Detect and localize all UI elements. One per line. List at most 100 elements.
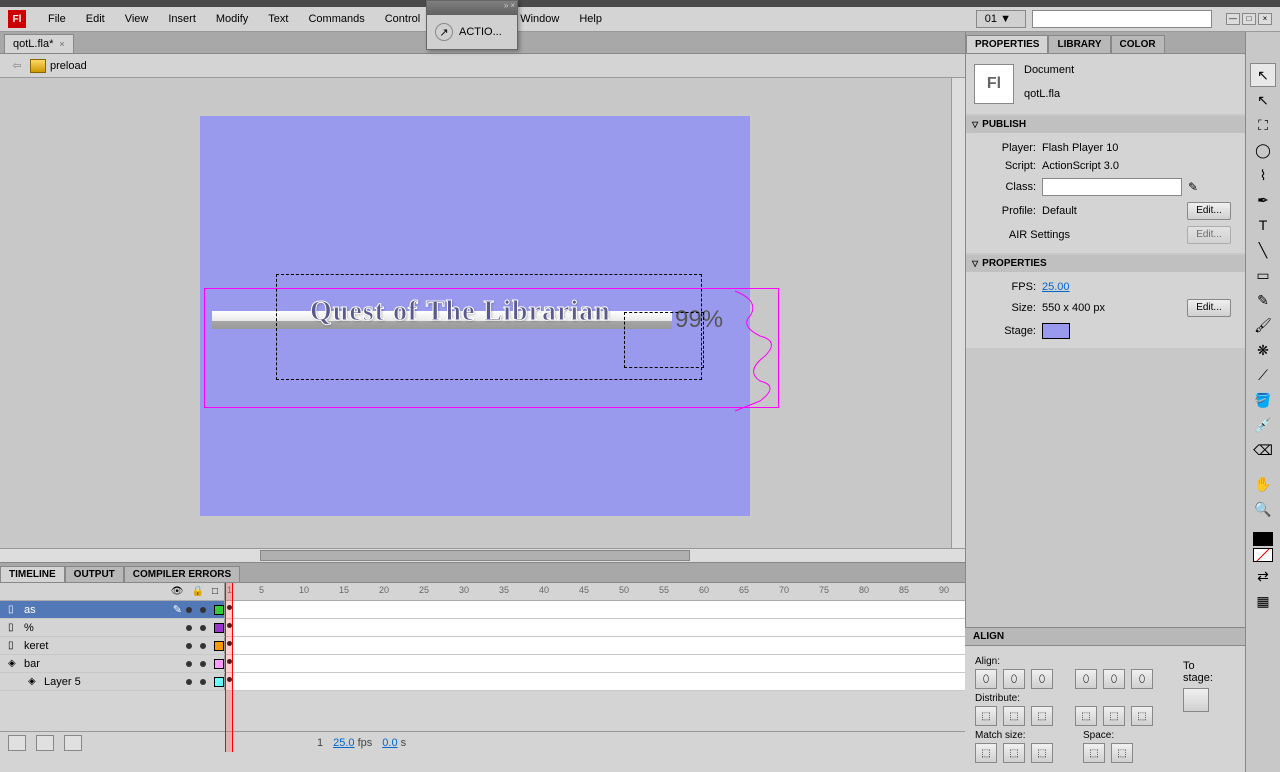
- menu-control[interactable]: Control: [375, 9, 430, 29]
- tab-compiler-errors[interactable]: COMPILER ERRORS: [124, 566, 240, 582]
- visibility-column-icon[interactable]: 👁: [171, 586, 184, 597]
- paint-bucket-tool[interactable]: 🪣: [1250, 388, 1276, 412]
- stroke-color[interactable]: [1253, 532, 1273, 546]
- fps-value[interactable]: 25.00: [1042, 281, 1070, 293]
- new-layer-button[interactable]: [8, 735, 26, 751]
- delete-layer-button[interactable]: [64, 735, 82, 751]
- properties-section-head[interactable]: PROPERTIES: [966, 255, 1245, 272]
- hand-tool[interactable]: ✋: [1250, 472, 1276, 496]
- lock-column-icon[interactable]: 🔒: [192, 586, 204, 597]
- tab-library[interactable]: LIBRARY: [1048, 35, 1110, 53]
- current-frame: 1: [317, 737, 323, 749]
- frames-ruler[interactable]: 151015202530354045505560657075808590: [225, 583, 965, 600]
- deco-tool[interactable]: ❋: [1250, 338, 1276, 362]
- subselection-tool[interactable]: ↖: [1250, 88, 1276, 112]
- align-top-button[interactable]: ⬯: [1075, 669, 1097, 689]
- tab-color[interactable]: COLOR: [1111, 35, 1165, 53]
- new-folder-button[interactable]: [36, 735, 54, 751]
- actions-panel[interactable]: » × ↗ ACTIO...: [426, 0, 518, 50]
- document-type-label: Document: [1024, 64, 1074, 76]
- back-icon[interactable]: ⇦: [8, 59, 26, 72]
- pencil-tool[interactable]: ✎: [1250, 288, 1276, 312]
- zoom-tool[interactable]: 🔍: [1250, 497, 1276, 521]
- 3d-rotation-tool[interactable]: ◯: [1250, 138, 1276, 162]
- dist-top-button[interactable]: ⬚: [975, 706, 997, 726]
- align-panel: ALIGN Align: ⬯ ⬯ ⬯ ⬯ ⬯ ⬯ Distribute: ⬚ ⬚…: [965, 627, 1245, 772]
- stage[interactable]: Quest of The Librarian 99%: [200, 116, 750, 516]
- outline-column-icon[interactable]: □: [212, 586, 218, 597]
- dist-right-button[interactable]: ⬚: [1131, 706, 1153, 726]
- space-v-button[interactable]: ⬚: [1083, 743, 1105, 763]
- document-tab[interactable]: qotL.fla* ×: [4, 34, 74, 53]
- bone-tool[interactable]: ⟋: [1250, 363, 1276, 387]
- brush-tool[interactable]: 🖌: [1250, 313, 1276, 337]
- space-h-button[interactable]: ⬚: [1111, 743, 1133, 763]
- menu-edit[interactable]: Edit: [76, 9, 115, 29]
- publish-section-head[interactable]: PUBLISH: [966, 116, 1245, 133]
- align-head[interactable]: ALIGN: [965, 628, 1245, 646]
- layer-row[interactable]: ▯%: [0, 619, 965, 637]
- edit-class-icon[interactable]: ✎: [1188, 180, 1198, 194]
- dist-hcenter-button[interactable]: ⬚: [1103, 706, 1125, 726]
- edit-air-button[interactable]: Edit...: [1187, 226, 1231, 244]
- restore-button[interactable]: □: [1242, 13, 1256, 25]
- rectangle-tool[interactable]: ▭: [1250, 263, 1276, 287]
- snap-icon[interactable]: ▦: [1250, 589, 1276, 613]
- tab-output[interactable]: OUTPUT: [65, 566, 124, 582]
- align-vcenter-button[interactable]: ⬯: [1103, 669, 1125, 689]
- swap-colors-icon[interactable]: ⇄: [1250, 564, 1276, 588]
- fill-color[interactable]: [1253, 548, 1273, 562]
- tab-timeline[interactable]: TIMELINE: [0, 566, 65, 582]
- menu-view[interactable]: View: [115, 9, 159, 29]
- close-tab-icon[interactable]: ×: [59, 39, 64, 49]
- menu-window[interactable]: Window: [510, 9, 569, 29]
- menu-text[interactable]: Text: [258, 9, 298, 29]
- edit-size-button[interactable]: Edit...: [1187, 299, 1231, 317]
- dist-left-button[interactable]: ⬚: [1075, 706, 1097, 726]
- line-tool[interactable]: ╲: [1250, 238, 1276, 262]
- layer-row[interactable]: ▯keret: [0, 637, 965, 655]
- stage-color-swatch[interactable]: [1042, 323, 1070, 339]
- menu-help[interactable]: Help: [569, 9, 612, 29]
- eraser-tool[interactable]: ⌫: [1250, 438, 1276, 462]
- menu-modify[interactable]: Modify: [206, 9, 258, 29]
- minimize-button[interactable]: —: [1226, 13, 1240, 25]
- align-left-button[interactable]: ⬯: [975, 669, 997, 689]
- menu-commands[interactable]: Commands: [298, 9, 374, 29]
- lasso-tool[interactable]: ⌇: [1250, 163, 1276, 187]
- close-button[interactable]: ×: [1258, 13, 1272, 25]
- vector-outline: [730, 286, 790, 426]
- match-both-button[interactable]: ⬚: [1031, 743, 1053, 763]
- search-input[interactable]: [1032, 10, 1212, 28]
- vertical-scrollbar[interactable]: [951, 78, 965, 548]
- tab-properties[interactable]: PROPERTIES: [966, 35, 1048, 53]
- text-tool[interactable]: T: [1250, 213, 1276, 237]
- panel-collapse-icon[interactable]: »: [504, 1, 508, 15]
- align-bottom-button[interactable]: ⬯: [1131, 669, 1153, 689]
- stage-area[interactable]: Quest of The Librarian 99%: [0, 78, 965, 562]
- eyedropper-tool[interactable]: 💉: [1250, 413, 1276, 437]
- layer-row[interactable]: ▯as✎: [0, 601, 965, 619]
- match-height-button[interactable]: ⬚: [1003, 743, 1025, 763]
- match-width-button[interactable]: ⬚: [975, 743, 997, 763]
- align-hcenter-button[interactable]: ⬯: [1003, 669, 1025, 689]
- workspace-selector[interactable]: 01 ▼: [976, 10, 1026, 28]
- layer-row[interactable]: ◈Layer 5: [0, 673, 965, 691]
- menu-insert[interactable]: Insert: [158, 9, 206, 29]
- menu-file[interactable]: File: [38, 9, 76, 29]
- class-input[interactable]: [1042, 178, 1182, 196]
- dist-vcenter-button[interactable]: ⬚: [1003, 706, 1025, 726]
- edit-profile-button[interactable]: Edit...: [1187, 202, 1231, 220]
- layer-row[interactable]: ◈bar: [0, 655, 965, 673]
- to-stage-button[interactable]: [1183, 688, 1209, 712]
- align-right-button[interactable]: ⬯: [1031, 669, 1053, 689]
- fps-value[interactable]: 25.0: [333, 737, 354, 749]
- pen-tool[interactable]: ✒: [1250, 188, 1276, 212]
- script-value: ActionScript 3.0: [1042, 160, 1231, 172]
- horizontal-scrollbar[interactable]: [0, 548, 965, 562]
- selection-tool[interactable]: ↖: [1250, 63, 1276, 87]
- dist-bottom-button[interactable]: ⬚: [1031, 706, 1053, 726]
- free-transform-tool[interactable]: ⛶: [1250, 113, 1276, 137]
- panel-close-icon[interactable]: ×: [510, 1, 515, 15]
- time-value[interactable]: 0.0: [382, 737, 397, 749]
